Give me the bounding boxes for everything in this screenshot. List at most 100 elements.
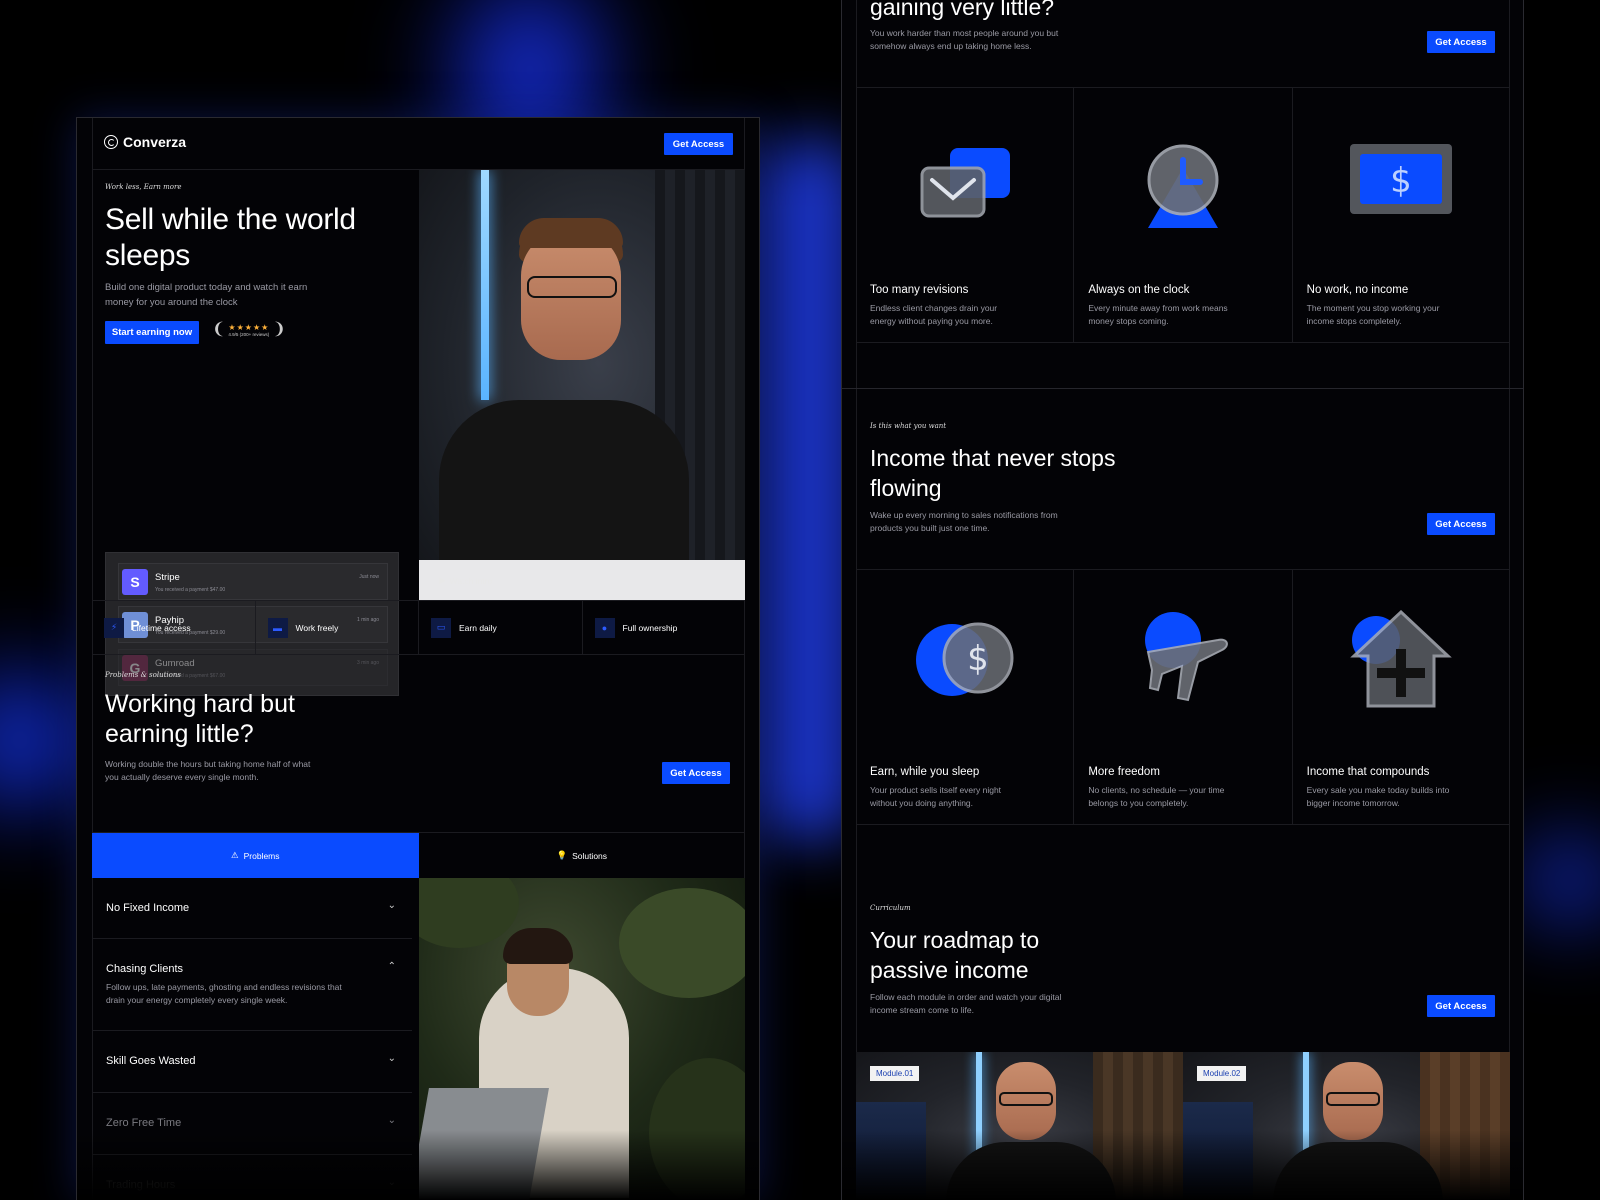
income-kicker: Is this what you want bbox=[870, 422, 947, 430]
card-title: More freedom bbox=[1088, 766, 1160, 778]
watch-intro-label: Watch intro bbox=[449, 575, 493, 586]
curriculum-kicker: Curriculum bbox=[870, 904, 911, 912]
hero-subtitle: Build one digital product today and watc… bbox=[105, 282, 308, 308]
problems-subtitle: Working double the hours but taking home… bbox=[105, 759, 311, 782]
accordion-item[interactable]: No Fixed Income ⌄ bbox=[92, 878, 412, 939]
notification-time: 3 min ago bbox=[357, 660, 379, 666]
laurel-left-icon: ❨ bbox=[212, 321, 226, 338]
nav-get-access-button[interactable]: Get Access bbox=[664, 133, 733, 155]
watch-intro-button[interactable]: ▶ Watch intro bbox=[439, 575, 492, 586]
hero-image: ▶ Watch intro bbox=[419, 170, 745, 600]
feature-label: Lifetime access bbox=[132, 622, 191, 633]
rating-badge: ❨ ★★★★★ 4.9/5 (200+ reviews) ❩ bbox=[212, 322, 286, 338]
rating-text: 4.9/5 (200+ reviews) bbox=[228, 332, 270, 337]
chevron-down-icon[interactable]: ⌄ bbox=[388, 1177, 396, 1188]
benefit-card: More freedom No clients, no schedule — y… bbox=[1074, 570, 1293, 824]
feature-label: Earn daily bbox=[459, 622, 497, 633]
notification-title: Gumroad bbox=[155, 658, 195, 669]
house-plus-icon bbox=[1350, 610, 1453, 708]
accordion-title: Chasing Clients bbox=[106, 963, 184, 975]
hero-kicker: Work less, Earn more bbox=[105, 183, 182, 191]
warning-icon: ⚠ bbox=[230, 850, 239, 860]
problems-image bbox=[419, 878, 745, 1200]
accordion-title: Skill Goes Wasted bbox=[106, 1055, 196, 1067]
module-card[interactable]: Module.01 bbox=[856, 1052, 1183, 1200]
feature-label: Full ownership bbox=[622, 622, 678, 633]
landing-page-right: gaining very little? You work harder tha… bbox=[841, 0, 1524, 1200]
hero-copy: Work less, Earn more Sell while the worl… bbox=[92, 170, 419, 696]
card-title: No work, no income bbox=[1306, 284, 1409, 296]
accordion-title: No Fixed Income bbox=[106, 902, 190, 914]
lightbulb-icon: 💡 bbox=[556, 850, 568, 860]
module-tag: Module.01 bbox=[870, 1066, 920, 1081]
curriculum-subtitle: Follow each module in order and watch yo… bbox=[870, 992, 1062, 1015]
accordion-item[interactable]: Skill Goes Wasted ⌄ bbox=[92, 1031, 412, 1093]
feature-label: Work freely bbox=[295, 622, 339, 633]
logo[interactable]: Converza bbox=[104, 134, 186, 150]
chevron-down-icon[interactable]: ⌄ bbox=[388, 1053, 396, 1064]
notification-card: S Stripe You received a payment $47.00 J… bbox=[118, 563, 388, 600]
problem-card: $ No work, no income The moment you stop… bbox=[1293, 88, 1510, 342]
accordion-title: Zero Free Time bbox=[106, 1117, 182, 1129]
benefit-card: Income that compounds Every sale you mak… bbox=[1293, 570, 1510, 824]
accordion-item[interactable]: Trading Hours ⌄ bbox=[92, 1155, 412, 1200]
accordion-title: Trading Hours bbox=[106, 1179, 176, 1191]
accordion-item[interactable]: Zero Free Time ⌄ bbox=[92, 1093, 412, 1155]
tab-problems[interactable]: ⚠ Problems bbox=[92, 833, 419, 878]
tab-label: Problems bbox=[243, 850, 280, 861]
coin-icon: $ bbox=[915, 622, 1014, 696]
chevron-down-icon[interactable]: ⌄ bbox=[388, 900, 396, 911]
feature-strip: ⚡ Lifetime access ▬ Work freely ▭ Earn d… bbox=[92, 600, 745, 655]
top-get-access-button[interactable]: Get Access bbox=[1427, 31, 1495, 53]
feature-item: ▭ Earn daily bbox=[419, 601, 583, 654]
card-description: Every sale you make today builds into bi… bbox=[1306, 785, 1450, 808]
stars-icon: ★★★★★ bbox=[228, 323, 270, 332]
top-nav: Converza Get Access bbox=[92, 118, 745, 170]
play-icon: ▶ bbox=[439, 575, 446, 585]
problems-kicker: Problems & solutions bbox=[105, 671, 181, 679]
card-description: No clients, no schedule — your time belo… bbox=[1088, 785, 1225, 808]
airplane-icon bbox=[1144, 612, 1228, 702]
card-title: Too many revisions bbox=[870, 284, 969, 296]
card-title: Earn, while you sleep bbox=[870, 766, 980, 778]
chevron-down-icon[interactable]: ⌄ bbox=[388, 1115, 396, 1126]
accordion-item-open[interactable]: Chasing Clients ⌃ Follow ups, late payme… bbox=[92, 939, 412, 1031]
feature-item: ● Full ownership bbox=[583, 601, 746, 654]
stripe-icon: S bbox=[122, 569, 148, 595]
card-description: Your product sells itself every night wi… bbox=[870, 785, 1002, 808]
problems-title: Working hard but earning little? bbox=[105, 690, 295, 748]
card-title: Always on the clock bbox=[1088, 284, 1190, 296]
feature-item: ⚡ Lifetime access bbox=[92, 601, 256, 654]
user-icon: ● bbox=[594, 617, 615, 638]
benefit-card: $ Earn, while you sleep Your product sel… bbox=[856, 570, 1075, 824]
logo-icon bbox=[104, 135, 118, 149]
problem-card: Always on the clock Every minute away fr… bbox=[1074, 88, 1293, 342]
svg-text:$: $ bbox=[967, 639, 989, 679]
start-earning-button[interactable]: Start earning now bbox=[105, 321, 199, 344]
module-previews: Module.01 Module.02 bbox=[856, 1052, 1510, 1200]
income-subtitle: Wake up every morning to sales notificat… bbox=[870, 510, 1058, 533]
benefits-grid: $ Earn, while you sleep Your product sel… bbox=[856, 569, 1510, 825]
laurel-right-icon: ❩ bbox=[272, 321, 286, 338]
feature-item: ▬ Work freely bbox=[256, 601, 419, 654]
card-description: The moment you stop working your income … bbox=[1306, 303, 1440, 326]
curriculum-title: Your roadmap to passive income bbox=[870, 927, 1040, 983]
income-title: Income that never stops flowing bbox=[870, 445, 1116, 501]
problem-card: Too many revisions Endless client change… bbox=[856, 88, 1075, 342]
hero-title: Sell while the world sleeps bbox=[105, 203, 356, 272]
problems-get-access-button[interactable]: Get Access bbox=[662, 762, 730, 784]
clock-icon bbox=[1147, 144, 1219, 228]
tab-solutions[interactable]: 💡 Solutions bbox=[419, 833, 746, 878]
problem-solution-tabs: ⚠ Problems 💡 Solutions bbox=[92, 832, 745, 878]
dollar-bill-icon: $ bbox=[1350, 144, 1453, 214]
landing-page-left: Converza Get Access Work less, Earn more… bbox=[76, 117, 760, 1200]
chevron-up-icon[interactable]: ⌃ bbox=[388, 961, 396, 972]
tab-label: Solutions bbox=[572, 850, 608, 861]
income-get-access-button[interactable]: Get Access bbox=[1427, 513, 1495, 535]
bolt-icon: ⚡ bbox=[104, 617, 124, 638]
section-subtitle: You work harder than most people around … bbox=[870, 28, 1059, 51]
svg-text:$: $ bbox=[1390, 161, 1412, 201]
curriculum-get-access-button[interactable]: Get Access bbox=[1427, 995, 1495, 1017]
module-card[interactable]: Module.02 bbox=[1183, 1052, 1510, 1200]
accordion-description: Follow ups, late payments, ghosting and … bbox=[106, 982, 342, 1005]
